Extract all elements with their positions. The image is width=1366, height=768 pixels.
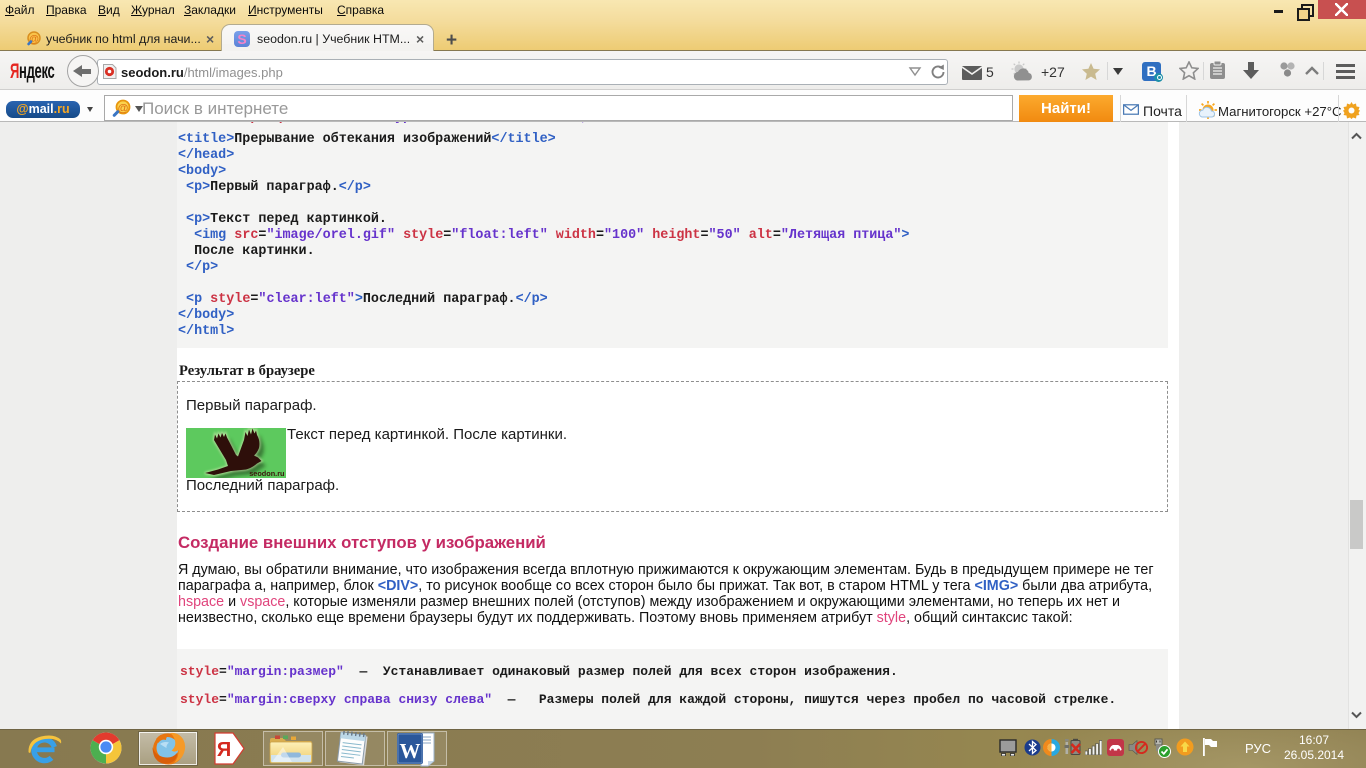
svg-text:Я: Я [217,739,231,761]
svg-text:W: W [400,739,421,763]
svg-text:@: @ [118,103,129,115]
